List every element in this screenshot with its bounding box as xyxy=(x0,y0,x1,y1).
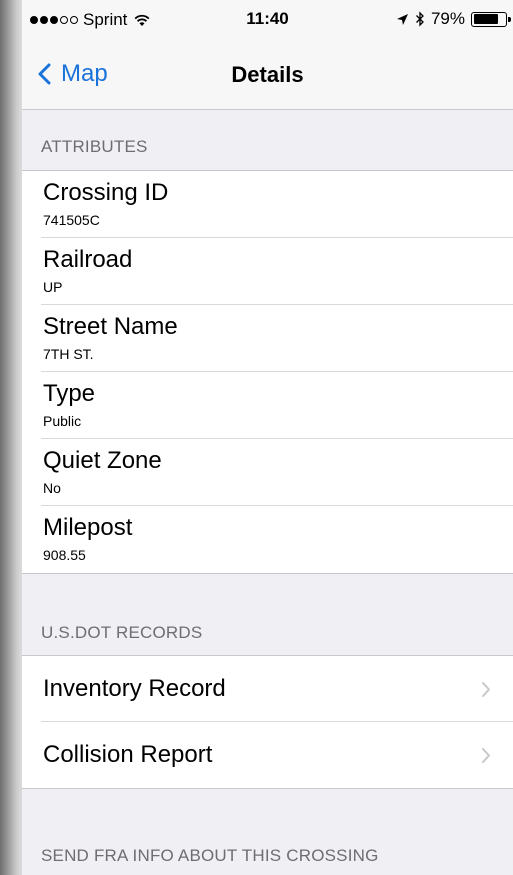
records-group: Inventory Record Collision Report xyxy=(22,655,513,789)
section-header-send-info: SEND FRA INFO ABOUT THIS CROSSING xyxy=(41,846,379,865)
attribute-value: Public xyxy=(43,413,82,429)
battery-tip xyxy=(508,16,511,22)
row-label: Collision Report xyxy=(43,741,213,768)
attribute-value: UP xyxy=(43,279,63,295)
battery-level xyxy=(473,14,498,24)
attribute-label: Railroad xyxy=(43,246,133,273)
attribute-row-milepost: Milepost 908.55 xyxy=(22,506,513,573)
attribute-label: Milepost xyxy=(43,514,133,541)
navigation-bar: Map Details xyxy=(22,38,513,110)
phone-screen: Sprint 11:40 79% Map Details ATTRIBUTES … xyxy=(22,0,513,875)
status-bar: Sprint 11:40 79% xyxy=(22,0,513,38)
section-header-attributes: ATTRIBUTES xyxy=(41,137,148,156)
collision-report-row[interactable]: Collision Report xyxy=(22,722,513,788)
attribute-row-quiet-zone: Quiet Zone No xyxy=(22,439,513,506)
chevron-right-icon xyxy=(482,682,490,697)
attribute-value: 741505C xyxy=(43,212,100,228)
inventory-record-row[interactable]: Inventory Record xyxy=(22,656,513,722)
attribute-value: No xyxy=(43,480,61,496)
battery-percent: 79% xyxy=(430,9,465,28)
section-header-records: U.S.DOT RECORDS xyxy=(41,623,203,642)
attribute-value: 908.55 xyxy=(43,547,86,563)
attribute-row-railroad: Railroad UP xyxy=(22,238,513,305)
attribute-label: Crossing ID xyxy=(43,179,169,206)
attribute-label: Street Name xyxy=(43,313,178,340)
attribute-label: Quiet Zone xyxy=(43,447,162,474)
device-frame: Sprint 11:40 79% Map Details ATTRIBUTES … xyxy=(0,0,513,875)
status-right: 79% xyxy=(396,9,511,29)
row-label: Inventory Record xyxy=(43,675,226,702)
chevron-right-icon xyxy=(482,748,490,763)
attribute-row-crossing-id: Crossing ID 741505C xyxy=(22,171,513,238)
attributes-group: Crossing ID 741505C Railroad UP Street N… xyxy=(22,170,513,574)
page-title: Details xyxy=(231,62,304,87)
attribute-row-type: Type Public xyxy=(22,372,513,439)
battery-icon xyxy=(471,11,511,27)
location-arrow-icon xyxy=(396,13,409,26)
attribute-value: 7TH ST. xyxy=(43,346,94,362)
attribute-row-street-name: Street Name 7TH ST. xyxy=(22,305,513,372)
attribute-label: Type xyxy=(43,380,96,407)
bluetooth-icon xyxy=(415,11,425,27)
